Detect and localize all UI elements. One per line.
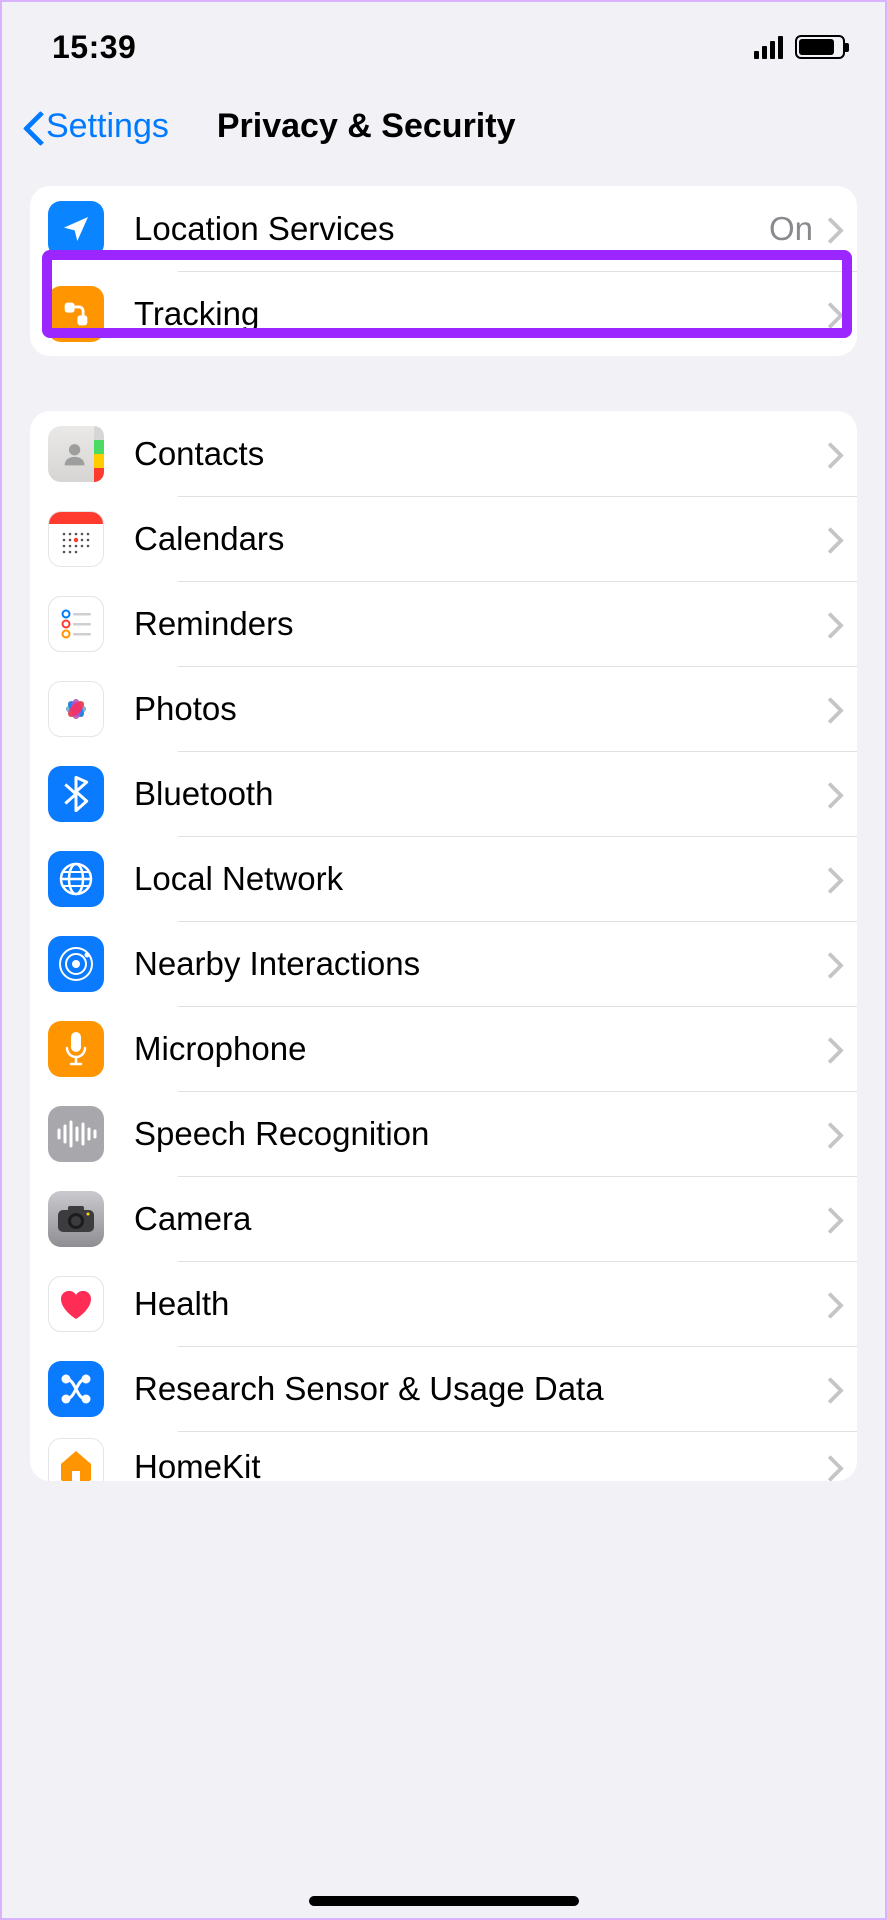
row-label: Health: [134, 1285, 825, 1323]
chevron-right-icon: [825, 1207, 839, 1231]
sensor-icon: [48, 1361, 104, 1417]
row-nearby-interactions[interactable]: Nearby Interactions: [30, 921, 857, 1006]
row-camera[interactable]: Camera: [30, 1176, 857, 1261]
reminders-icon: [48, 596, 104, 652]
chevron-right-icon: [825, 1292, 839, 1316]
page-title: Privacy & Security: [217, 107, 516, 146]
row-label: Nearby Interactions: [134, 945, 825, 983]
row-speech-recognition[interactable]: Speech Recognition: [30, 1091, 857, 1176]
cellular-signal-icon: [754, 36, 783, 59]
tracking-icon: [48, 286, 104, 342]
nav-header: Settings Privacy & Security: [2, 82, 885, 186]
row-local-network[interactable]: Local Network: [30, 836, 857, 921]
chevron-right-icon: [825, 442, 839, 466]
back-button[interactable]: Settings: [22, 107, 169, 146]
row-calendars[interactable]: Calendars: [30, 496, 857, 581]
row-contacts[interactable]: Contacts: [30, 411, 857, 496]
row-label: Speech Recognition: [134, 1115, 825, 1153]
heart-icon: [48, 1276, 104, 1332]
row-bluetooth[interactable]: Bluetooth: [30, 751, 857, 836]
status-time: 15:39: [52, 29, 136, 66]
row-label: Tracking: [134, 295, 825, 333]
home-indicator[interactable]: [309, 1896, 579, 1906]
location-arrow-icon: [48, 201, 104, 257]
row-label: Bluetooth: [134, 775, 825, 813]
microphone-icon: [48, 1021, 104, 1077]
back-label: Settings: [46, 107, 169, 146]
waveform-icon: [48, 1106, 104, 1162]
row-label: Location Services: [134, 210, 769, 248]
chevron-right-icon: [825, 1377, 839, 1401]
chevron-right-icon: [825, 1037, 839, 1061]
status-right: [754, 35, 845, 59]
row-label: Contacts: [134, 435, 825, 473]
row-value: On: [769, 210, 813, 248]
row-reminders[interactable]: Reminders: [30, 581, 857, 666]
row-research-sensor[interactable]: Research Sensor & Usage Data: [30, 1346, 857, 1431]
home-icon: [48, 1438, 104, 1481]
row-homekit[interactable]: HomeKit: [30, 1431, 857, 1481]
row-label: Local Network: [134, 860, 825, 898]
chevron-right-icon: [825, 527, 839, 551]
chevron-right-icon: [825, 612, 839, 636]
radar-icon: [48, 936, 104, 992]
settings-group-location: Location Services On Tracking: [30, 186, 857, 356]
row-tracking[interactable]: Tracking: [30, 271, 857, 356]
contacts-icon: [48, 426, 104, 482]
bluetooth-icon: [48, 766, 104, 822]
row-label: Camera: [134, 1200, 825, 1238]
row-microphone[interactable]: Microphone: [30, 1006, 857, 1091]
chevron-right-icon: [825, 1455, 839, 1479]
row-label: HomeKit: [134, 1448, 825, 1481]
chevron-left-icon: [22, 112, 40, 142]
chevron-right-icon: [825, 302, 839, 326]
chevron-right-icon: [825, 867, 839, 891]
camera-icon: [48, 1191, 104, 1247]
row-label: Photos: [134, 690, 825, 728]
chevron-right-icon: [825, 1122, 839, 1146]
status-bar: 15:39: [2, 2, 885, 82]
chevron-right-icon: [825, 952, 839, 976]
chevron-right-icon: [825, 782, 839, 806]
row-health[interactable]: Health: [30, 1261, 857, 1346]
battery-icon: [795, 35, 845, 59]
row-label: Calendars: [134, 520, 825, 558]
row-label: Reminders: [134, 605, 825, 643]
globe-icon: [48, 851, 104, 907]
row-photos[interactable]: Photos: [30, 666, 857, 751]
photos-icon: [48, 681, 104, 737]
chevron-right-icon: [825, 697, 839, 721]
chevron-right-icon: [825, 217, 839, 241]
row-label: Microphone: [134, 1030, 825, 1068]
calendar-icon: [48, 511, 104, 567]
row-label: Research Sensor & Usage Data: [134, 1370, 825, 1408]
settings-group-apps: Contacts Calendars Reminders: [30, 411, 857, 1481]
row-location-services[interactable]: Location Services On: [30, 186, 857, 271]
